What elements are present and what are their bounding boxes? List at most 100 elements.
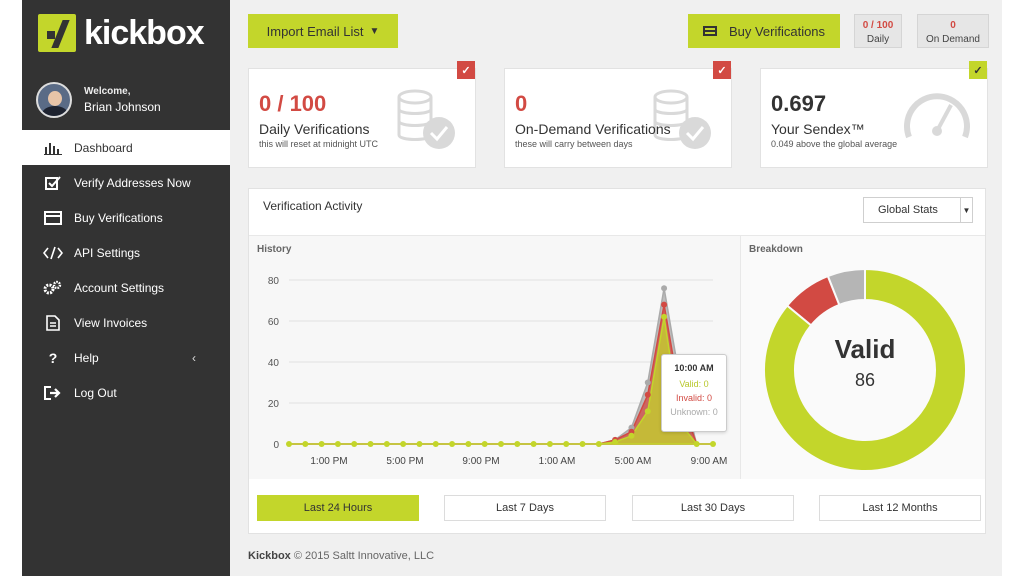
data-point-valid [628, 432, 635, 439]
tooltip-valid: Valid: 0 [679, 379, 709, 389]
data-point-valid [579, 441, 586, 447]
sidebar-item-label: Account Settings [74, 280, 165, 295]
sidebar: kickbox Welcome, Brian Johnson Dashboard… [22, 0, 230, 576]
range-button-7d[interactable]: Last 7 Days [444, 495, 606, 521]
avatar [36, 82, 72, 118]
data-point-invalid [644, 391, 651, 398]
sendex-sub: 0.049 above the global average [771, 139, 898, 149]
welcome-text: Welcome, [84, 86, 131, 97]
x-tick-label: 5:00 PM [386, 456, 423, 467]
chevron-down-icon: ▼ [369, 25, 380, 37]
range-label: Last 24 Hours [303, 502, 373, 514]
sidebar-item-label: Log Out [74, 385, 117, 400]
user-panel: Welcome, Brian Johnson [22, 66, 230, 126]
data-point-valid [400, 441, 407, 447]
range-label: Last 12 Months [862, 502, 938, 514]
donut-title: Valid [835, 334, 896, 364]
ondemand-count-label: On Demand [926, 34, 980, 45]
tooltip-unknown: Unknown: 0 [670, 407, 718, 417]
data-point-valid [612, 438, 619, 445]
range-label: Last 30 Days [680, 502, 746, 514]
gauge-icon [904, 93, 970, 139]
sidebar-item-label: Dashboard [74, 140, 133, 155]
daily-verifications-value: 0 / 100 [259, 91, 327, 116]
y-tick-label: 20 [268, 399, 280, 410]
data-point-valid [318, 441, 325, 447]
sidebar-item-help[interactable]: ? Help ‹ [22, 340, 230, 375]
x-tick-label: 9:00 PM [462, 456, 499, 467]
coins-icon [397, 89, 455, 149]
tooltip-time: 10:00 AM [674, 363, 714, 373]
sidebar-item-label: Help [74, 350, 99, 365]
range-button-24h[interactable]: Last 24 Hours [257, 495, 419, 521]
data-point-valid [498, 441, 504, 447]
footer-brand: Kickbox [248, 550, 291, 562]
sendex-label: Your Sendex™ [771, 121, 865, 137]
bar-chart-icon [42, 139, 64, 157]
import-email-list-button[interactable]: Import Email List ▼ [248, 14, 398, 48]
data-point-valid [595, 441, 602, 447]
y-tick-label: 60 [268, 317, 280, 328]
ondemand-count: 0 [950, 20, 956, 31]
main-content: Import Email List ▼ Buy Verifications 0 … [230, 0, 1002, 576]
activity-title: Verification Activity [263, 199, 363, 213]
import-button-label: Import Email List [266, 23, 364, 39]
x-tick-label: 1:00 PM [310, 456, 347, 467]
logout-icon [42, 384, 64, 402]
code-icon [42, 244, 64, 262]
ondemand-verifications-label: On-Demand Verifications [515, 121, 671, 137]
chevron-left-icon: ‹ [192, 350, 196, 365]
data-point-invalid [661, 301, 668, 308]
data-point-valid [302, 441, 309, 447]
sidebar-item-verify[interactable]: Verify Addresses Now [22, 165, 230, 200]
checkbox-icon [42, 174, 64, 192]
data-point-unknown [661, 285, 668, 292]
x-tick-label: 5:00 AM [615, 456, 652, 467]
data-point-valid [449, 441, 456, 447]
daily-verifications-label: Daily Verifications [259, 121, 370, 137]
data-point-valid [644, 408, 651, 415]
y-tick-label: 0 [273, 440, 279, 451]
daily-verifications-card: ✓ 0 / 100 Daily Verifications this will … [248, 61, 476, 168]
breakdown-panel: Breakdown Valid 86 [741, 235, 985, 479]
stats-scope-select[interactable]: Global Stats ▼ [863, 197, 973, 223]
gears-icon [42, 279, 64, 297]
coins-icon [653, 89, 711, 149]
sidebar-item-label: API Settings [74, 245, 141, 260]
data-point-valid [710, 441, 716, 447]
sidebar-item-label: Buy Verifications [74, 210, 163, 225]
data-point-valid [367, 441, 374, 447]
data-point-valid [546, 441, 553, 447]
credit-card-icon [702, 26, 717, 36]
buy-verifications-button[interactable]: Buy Verifications [688, 14, 840, 48]
x-tick-label: 1:00 AM [539, 456, 576, 467]
sidebar-nav: Dashboard Verify Addresses Now Buy Verif… [22, 130, 230, 410]
y-tick-label: 40 [268, 358, 280, 369]
sidebar-item-buy[interactable]: Buy Verifications [22, 200, 230, 235]
logo[interactable]: kickbox [22, 0, 230, 66]
footer-text: © 2015 Saltt Innovative, LLC [293, 550, 435, 562]
app-frame: kickbox Welcome, Brian Johnson Dashboard… [22, 0, 1002, 576]
data-point-valid [465, 441, 472, 447]
range-button-30d[interactable]: Last 30 Days [632, 495, 794, 521]
data-point-valid [530, 441, 537, 447]
sidebar-item-account[interactable]: Account Settings [22, 270, 230, 305]
ondemand-counter: 0 On Demand [917, 14, 989, 48]
sidebar-item-api[interactable]: API Settings [22, 235, 230, 270]
kickbox-flag-icon: ✓ [969, 61, 987, 79]
daily-count: 0 / 100 [862, 20, 894, 31]
logo-text: kickbox [84, 13, 205, 52]
chart-tooltip: 10:00 AM Valid: 0 Invalid: 0 Unknown: 0 [661, 354, 727, 432]
caret-down-icon: ▼ [960, 198, 972, 222]
tooltip-invalid: Invalid: 0 [675, 393, 713, 403]
data-point-valid [563, 441, 570, 447]
sidebar-item-logout[interactable]: Log Out [22, 375, 230, 410]
sidebar-item-dashboard[interactable]: Dashboard [22, 130, 230, 165]
credit-card-icon [42, 209, 64, 227]
sidebar-item-invoices[interactable]: View Invoices [22, 305, 230, 340]
buy-button-label: Buy Verifications [728, 23, 826, 39]
user-name: Brian Johnson [84, 100, 161, 114]
data-point-valid [661, 313, 668, 320]
sendex-value: 0.697 [771, 91, 827, 116]
range-button-12m[interactable]: Last 12 Months [819, 495, 981, 521]
